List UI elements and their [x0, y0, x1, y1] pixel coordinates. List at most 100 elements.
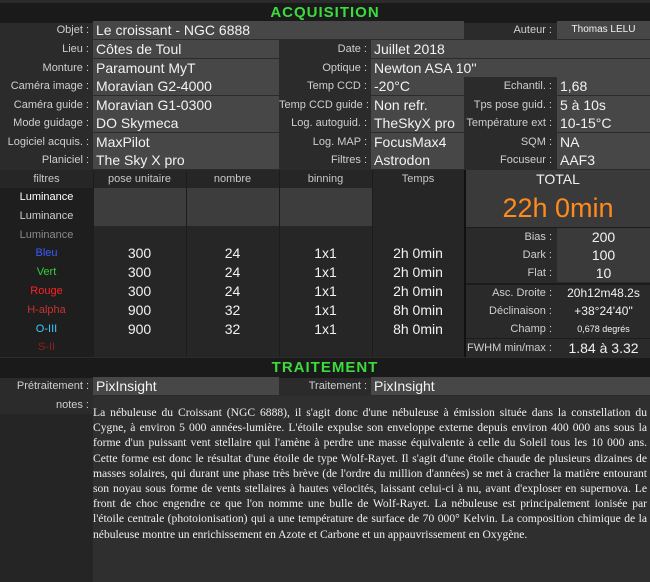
planiciel-label: Planiciel :: [41, 154, 89, 166]
lieu-field[interactable]: Côtes de Toul: [93, 40, 279, 58]
monture-field[interactable]: Paramount MyT: [93, 59, 279, 77]
table-cell-binning: 1x1: [314, 264, 337, 281]
dec-label: Déclinaison :: [489, 305, 552, 317]
champ-label: Champ :: [510, 323, 552, 335]
table-divider: [186, 170, 187, 357]
filter-name: Luminance: [19, 209, 74, 222]
pretrait-label: Prétraitement :: [16, 380, 89, 392]
bias-value: 200: [557, 228, 650, 246]
camera-field[interactable]: Moravian G2-4000: [93, 77, 279, 95]
logmap-field[interactable]: FocusMax4: [371, 133, 464, 151]
fwhm-label: FWHM min/max :: [467, 342, 552, 354]
tempguide-label: Temp CCD guide :: [279, 99, 369, 111]
notes-text: La nébuleuse du Croissant (NGC 6888), il…: [93, 406, 647, 541]
bias-label: Bias :: [524, 231, 552, 243]
sqm-field[interactable]: NA: [557, 133, 650, 151]
planiciel-field[interactable]: The Sky X pro: [93, 151, 279, 169]
tempext-label: Température ext :: [466, 117, 552, 129]
date-label: Date :: [337, 43, 367, 55]
table-header-2: nombre: [213, 173, 252, 185]
optique-label: Optique :: [322, 62, 367, 74]
date-field[interactable]: Juillet 2018: [371, 40, 650, 58]
tempguide-field[interactable]: Non refr.: [371, 96, 464, 114]
table-header-3: binning: [307, 173, 344, 185]
filtres-label: Filtres :: [330, 154, 367, 166]
total-value: 22h 0min: [466, 189, 650, 227]
tpspose-field[interactable]: 5 à 10s: [557, 96, 650, 114]
dark-value: 100: [557, 246, 650, 264]
table-cell-nombre: 24: [224, 264, 241, 281]
table-cell-temps: 2h 0min: [393, 283, 443, 299]
table-cell-temps: 2h 0min: [393, 245, 443, 262]
filter-name: Luminance: [19, 191, 74, 203]
tempext-field[interactable]: 10-15°C: [557, 114, 650, 132]
table-cell-pose: 300: [127, 245, 152, 262]
champ-value: 0,678 degrés: [577, 324, 630, 334]
table-cell-pose: 300: [127, 264, 152, 281]
focuseur-label: Focuseur :: [500, 154, 552, 166]
lieu-label: Lieu :: [62, 43, 89, 55]
logmap-label: Log. MAP :: [312, 136, 367, 148]
sqm-label: SQM :: [520, 136, 552, 148]
notes-label: notes :: [55, 399, 89, 411]
filter-name: Rouge: [30, 285, 63, 297]
dark-label: Dark :: [522, 249, 552, 261]
focuseur-field[interactable]: AAF3: [557, 151, 650, 169]
table-cell-temps: 2h 0min: [393, 264, 443, 281]
auteur-label: Auteur :: [513, 24, 552, 36]
fwhm-value: 1.84 à 3.32: [568, 340, 639, 356]
echant-field[interactable]: 1,68: [557, 77, 650, 95]
echant-label: Echantil. :: [503, 80, 552, 92]
pretrait-field[interactable]: PixInsight: [93, 377, 279, 395]
table-cell-nombre: 24: [224, 283, 241, 299]
auteur-field[interactable]: Thomas LELU: [557, 21, 650, 39]
table-cell-binning: 1x1: [314, 301, 337, 318]
tempccd-label: Temp CCD :: [307, 80, 367, 92]
table-cell-binning: 1x1: [314, 245, 337, 262]
total-divider: [466, 283, 650, 285]
logauto-field[interactable]: TheSkyX pro: [371, 114, 464, 132]
total-label: TOTAL: [466, 170, 650, 189]
table-divider: [372, 170, 373, 357]
table-divider: [93, 170, 94, 357]
ad-value: 20h12m48.2s: [567, 286, 640, 300]
table-cell-temps: 8h 0min: [393, 320, 443, 337]
table-cell-pose: 900: [127, 301, 152, 318]
traitement-title: TRAITEMENT: [0, 358, 650, 378]
camguide-label: Caméra guide :: [13, 99, 89, 111]
filter-name: O-III: [35, 322, 58, 335]
logacq-field[interactable]: MaxPilot: [93, 133, 279, 151]
tempccd-field[interactable]: -20°C: [371, 77, 464, 95]
objet-field[interactable]: Le croissant - NGC 6888: [93, 21, 464, 39]
objet-label: Objet :: [56, 24, 89, 36]
logacq-label: Logiciel acquis. :: [7, 136, 89, 148]
table-header-4: Temps: [401, 173, 435, 185]
table-cell-binning: 1x1: [314, 283, 337, 299]
monture-label: Monture :: [42, 62, 89, 74]
logauto-label: Log. autoguid. :: [291, 117, 367, 129]
camguide-field[interactable]: Moravian G1-0300: [93, 96, 279, 114]
table-cell-temps: 8h 0min: [393, 301, 443, 318]
flat-label: Flat :: [527, 267, 552, 279]
table-cell-pose: 300: [127, 283, 152, 299]
acquisition-title: ACQUISITION: [0, 3, 650, 23]
luminance-empty-block: [93, 188, 372, 226]
filter-name: Bleu: [35, 247, 58, 260]
filter-name: H-alpha: [27, 303, 66, 316]
modeguid-field[interactable]: DO Skymeca: [93, 114, 279, 132]
table-cell-nombre: 32: [224, 320, 241, 337]
filter-name: Vert: [36, 266, 57, 279]
tpspose-label: Tps pose guid. :: [473, 99, 552, 111]
table-cell-nombre: 24: [224, 245, 241, 262]
table-divider: [279, 170, 280, 357]
table-cell-binning: 1x1: [314, 320, 337, 337]
table-header-0: filtres: [33, 173, 60, 185]
optique-field[interactable]: Newton ASA 10'': [371, 59, 650, 77]
total-divider: [466, 227, 650, 228]
trait-field[interactable]: PixInsight: [371, 377, 650, 395]
table-header-1: pose unitaire: [108, 173, 171, 185]
modeguid-label: Mode guidage :: [13, 117, 89, 129]
table-cell-pose: 900: [127, 320, 152, 337]
table-cell-nombre: 32: [224, 301, 241, 318]
filtres-field[interactable]: Astrodon: [371, 151, 464, 169]
